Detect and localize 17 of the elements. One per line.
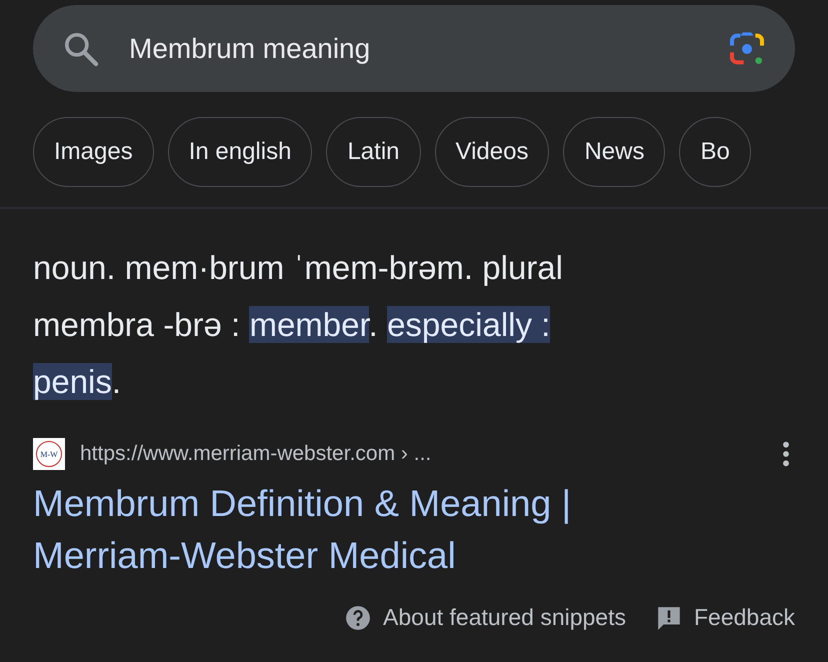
filter-chip[interactable]: In english (168, 117, 312, 187)
definition-text: noun. mem·brum ˈmem-brəm. plural membra -brə : member. especially : penis. (33, 248, 564, 402)
filter-chip[interactable]: Latin (326, 117, 420, 187)
more-icon[interactable] (780, 440, 792, 468)
about-snippets-link[interactable]: About featured snippets (345, 604, 626, 631)
feedback-icon (656, 604, 682, 630)
result-url: https://www.merriam-webster.com › ... (80, 442, 432, 466)
search-field[interactable]: Membrum meaning (129, 28, 727, 68)
result-title-link[interactable]: Membrum Definition & Meaning | Merriam-Webster Medical (33, 478, 653, 582)
site-favicon: M-W (33, 438, 65, 470)
search-bar[interactable]: Membrum meaning (33, 5, 795, 92)
filter-chip[interactable]: Videos (434, 117, 550, 187)
filter-chip[interactable]: Images (33, 117, 154, 187)
help-icon (345, 604, 372, 630)
feedback-link[interactable]: Feedback (656, 604, 795, 631)
filter-chip[interactable]: News (563, 117, 666, 187)
filter-chip[interactable]: Bo (679, 117, 751, 187)
